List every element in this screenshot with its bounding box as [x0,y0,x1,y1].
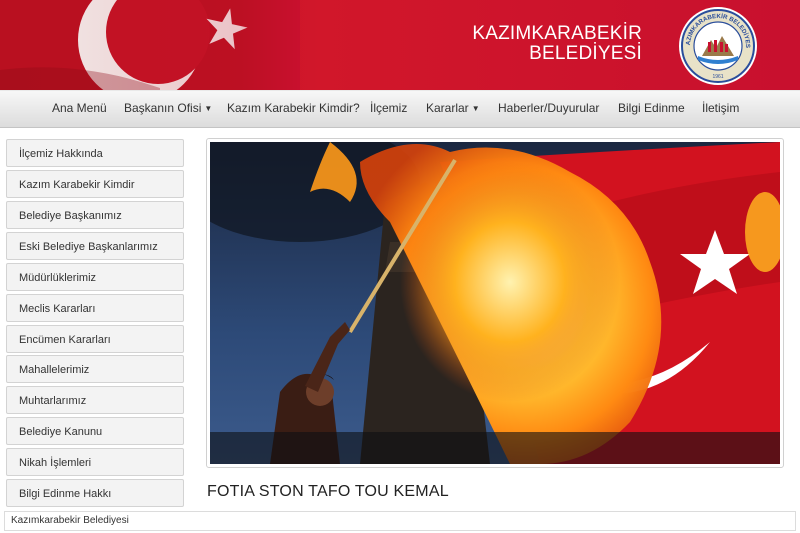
nav-item-label: Ana Menü [52,101,107,115]
sidebar-item-meclis-kararlari[interactable]: Meclis Kararları [6,294,184,322]
nav-item-label: Kararlar [426,101,469,115]
sidebar-item-belediye-kanunu[interactable]: Belediye Kanunu [6,417,184,445]
site-title[interactable]: KAZIMKARABEKİR BELEDİYESİ [472,24,642,64]
sidebar-item-nikah-islemleri[interactable]: Nikah İşlemleri [6,448,184,476]
nav-item-ana-menu[interactable]: Ana Menü [52,91,107,127]
sidebar-item-encumen-kararlari[interactable]: Encümen Kararları [6,325,184,353]
nav-item-ilcemiz[interactable]: İlçemiz [370,91,407,127]
municipality-seal-logo[interactable]: KAZIMKARABEKİR BELEDİYESİ 1961 [678,6,758,86]
article-photo-frame [206,138,784,468]
seal-year: 1961 [712,74,723,80]
site-title-line1: KAZIMKARABEKİR [472,23,642,44]
nav-item-label: Kazım Karabekir Kimdir? [227,101,360,115]
sidebar-item-mahallelerimiz[interactable]: Mahallelerimiz [6,355,184,383]
nav-item-kararlar[interactable]: Kararlar ▼ [426,91,480,127]
site-header: KAZIMKARABEKİR BELEDİYESİ KAZIMKARABEKİR… [0,0,800,90]
sidebar-item-mudurluklerimiz[interactable]: Müdürlüklerimiz [6,263,184,291]
nav-item-label: Haberler/Duyurular [498,101,600,115]
nav-item-baskanin-ofisi[interactable]: Başkanın Ofisi ▼ [124,91,212,127]
caret-down-icon: ▼ [204,104,213,113]
main-nav: Ana Menü Başkanın Ofisi ▼ Kazım Karabekir… [0,90,800,128]
nav-item-kazim-karabekir-kimdir[interactable]: Kazım Karabekir Kimdir? [227,91,360,127]
nav-item-label: Başkanın Ofisi [124,101,202,115]
sidebar-item-bilgi-edinme-hakki[interactable]: Bilgi Edinme Hakkı [6,479,184,507]
article-title[interactable]: FOTIA STON TAFO TOU KEMAL [207,483,449,501]
sidebar-item-muhtarlarimiz[interactable]: Muhtarlarımız [6,386,184,414]
sidebar-item-eski-belediye-baskanlarimiz[interactable]: Eski Belediye Başkanlarımız [6,232,184,260]
nav-item-label: İlçemiz [370,101,408,115]
turkish-flag-banner-image [0,0,300,90]
footer-text: Kazımkarabekir Belediyesi [11,515,129,526]
nav-item-label: İletişim [702,101,740,115]
nav-item-iletisim[interactable]: İletişim [702,91,739,127]
nav-item-bilgi-edinme[interactable]: Bilgi Edinme [618,91,685,127]
sidebar-item-kazim-karabekir-kimdir[interactable]: Kazım Karabekir Kimdir [6,170,184,198]
article-photo[interactable] [210,142,780,464]
footer: Kazımkarabekir Belediyesi [4,511,796,531]
site-title-line2: BELEDİYESİ [529,43,642,64]
sidebar-item-ilcemiz-hakkinda[interactable]: İlçemiz Hakkında [6,139,184,167]
caret-down-icon: ▼ [471,104,480,113]
nav-item-haberler-duyurular[interactable]: Haberler/Duyurular [498,91,599,127]
nav-item-label: Bilgi Edinme [618,101,685,115]
sidebar-item-belediye-baskanimiz[interactable]: Belediye Başkanımız [6,201,184,229]
